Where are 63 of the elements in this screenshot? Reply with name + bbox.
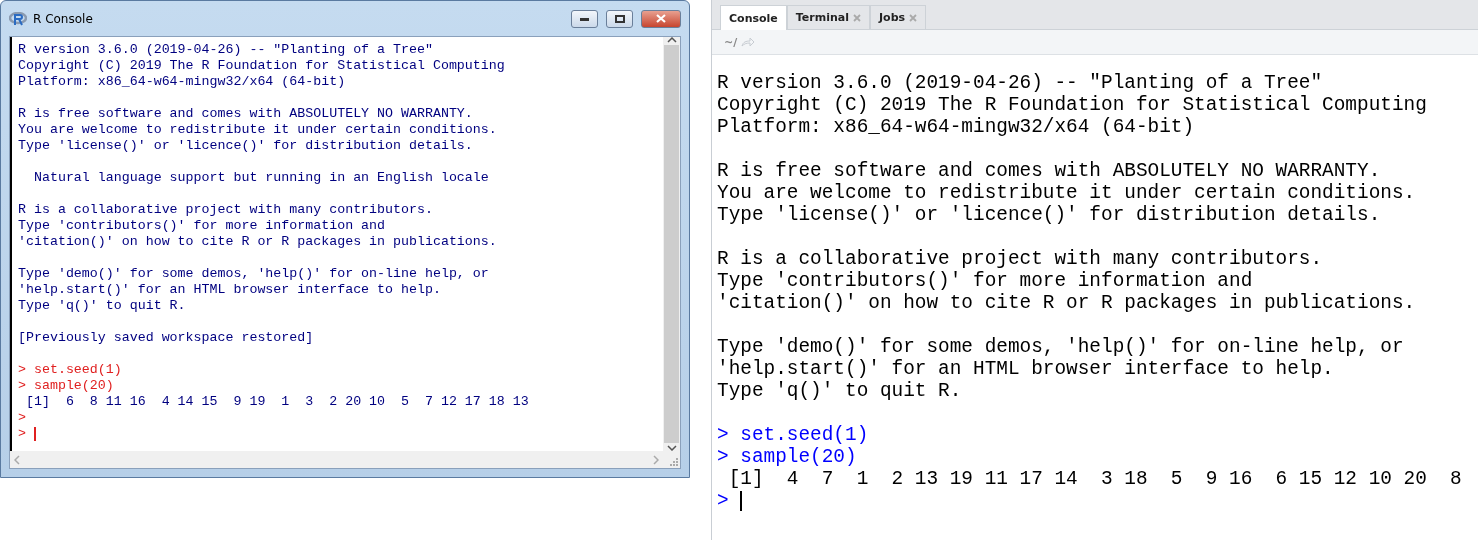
console-output-line: Copyright (C) 2019 The R Foundation for Statistical Computing [18, 58, 505, 74]
console-output-line: R version 3.6.0 (2019-04-26) -- "Planting of a Tree" [18, 42, 433, 58]
tab[interactable]: Terminal [786, 5, 870, 29]
console-output-line: Type 'q()' to quit R. [18, 298, 186, 314]
chevron-up-icon[interactable] [666, 37, 677, 43]
prompt-symbol: > [717, 490, 729, 512]
console-output-line: R is free software and comes with ABSOLUTELY NO WARRANTY. [717, 160, 1381, 182]
chevron-left-icon[interactable] [14, 454, 20, 465]
window-title: R Console [33, 11, 94, 26]
console-output-line: R version 3.6.0 (2019-04-26) -- "Planting of a Tree" [717, 72, 1323, 94]
r-logo-icon [9, 11, 27, 26]
working-directory-path: ~/ [724, 35, 738, 49]
chevron-down-icon[interactable] [666, 445, 677, 451]
console-output-line: Platform: x86_64-w64-mingw32/x64 (64-bit) [717, 116, 1195, 138]
prompt-symbol: > [18, 362, 26, 378]
console-output-line: Platform: x86_64-w64-mingw32/x64 (64-bit) [18, 74, 346, 90]
prompt-symbol: > [18, 426, 26, 442]
prompt-symbol: > [717, 424, 729, 446]
console-output-line: Type 'demo()' for some demos, 'help()' for on-line help, or [18, 266, 489, 282]
console-output-line: 'citation()' on how to cite R or R packages in publications. [717, 292, 1416, 314]
console-output-line: 'citation()' on how to cite R or R packages in publications. [18, 234, 497, 250]
command-text: sample(20) [739, 446, 857, 468]
close-icon[interactable] [853, 13, 861, 22]
close-button[interactable] [641, 9, 681, 28]
prompt-symbol: > [717, 446, 729, 468]
console-output-line: Type 'q()' to quit R. [717, 380, 962, 402]
arrow-icon[interactable] [741, 37, 756, 47]
resize-grip-icon[interactable] [669, 457, 678, 466]
chevron-right-icon[interactable] [653, 454, 659, 465]
console-output-line: Copyright (C) 2019 The R Foundation for Statistical Computing [717, 94, 1427, 116]
text-cursor [740, 491, 743, 511]
console-output-line: 'help.start()' for an HTML browser interface to help. [18, 282, 441, 298]
console-output-line: Type 'demo()' for some demos, 'help()' for on-line help, or [717, 336, 1404, 358]
prompt-symbol: > [18, 410, 26, 426]
console-output-line: Type 'contributors()' for more information and [717, 270, 1253, 292]
minimize-button[interactable] [571, 9, 598, 28]
horizontal-scrollbar[interactable] [10, 451, 663, 468]
console-output-line: [Previously saved workspace restored] [18, 330, 314, 346]
tab[interactable]: Jobs [870, 5, 927, 29]
console-output-line: Type 'license()' or 'licence()' for distribution details. [717, 204, 1381, 226]
command-text: set.seed(1) [32, 362, 122, 378]
console-output-line: [1] 6 8 11 16 4 14 15 9 19 1 3 2 20 10 5 7 12 17 18 13 [24, 394, 529, 410]
text-cursor [33, 427, 36, 441]
console-output-line: Natural language support but running in an English locale [32, 170, 489, 186]
close-icon [656, 14, 666, 23]
console-output-line: R is a collaborative project with many contributors. [717, 248, 1323, 270]
console-output-line: R is free software and comes with ABSOLUTELY NO WARRANTY. [18, 106, 473, 122]
prompt-symbol: > [18, 378, 26, 394]
console-output-line: Type 'contributors()' for more information and [18, 218, 386, 234]
console-output-line: You are welcome to redistribute it under certain conditions. [18, 122, 497, 138]
tab[interactable]: Console [720, 5, 787, 30]
vertical-scrollbar[interactable] [663, 37, 680, 451]
close-icon[interactable] [909, 13, 918, 22]
command-text: sample(20) [32, 378, 114, 394]
console-output-line: R is a collaborative project with many contributors. [18, 202, 433, 218]
command-text: set.seed(1) [739, 424, 869, 446]
maximize-button[interactable] [606, 9, 633, 28]
console-output-line: [1] 4 7 1 2 13 19 11 17 14 3 18 5 9 16 6 15 12 10 20 8 [727, 468, 1462, 490]
maximize-icon [614, 14, 625, 23]
console-output-line: 'help.start()' for an HTML browser interface to help. [717, 358, 1334, 380]
console-output-line: Type 'license()' or 'licence()' for distribution details. [18, 138, 473, 154]
minimize-icon [579, 16, 590, 21]
console-output-line: You are welcome to redistribute it under certain conditions. [717, 182, 1416, 204]
